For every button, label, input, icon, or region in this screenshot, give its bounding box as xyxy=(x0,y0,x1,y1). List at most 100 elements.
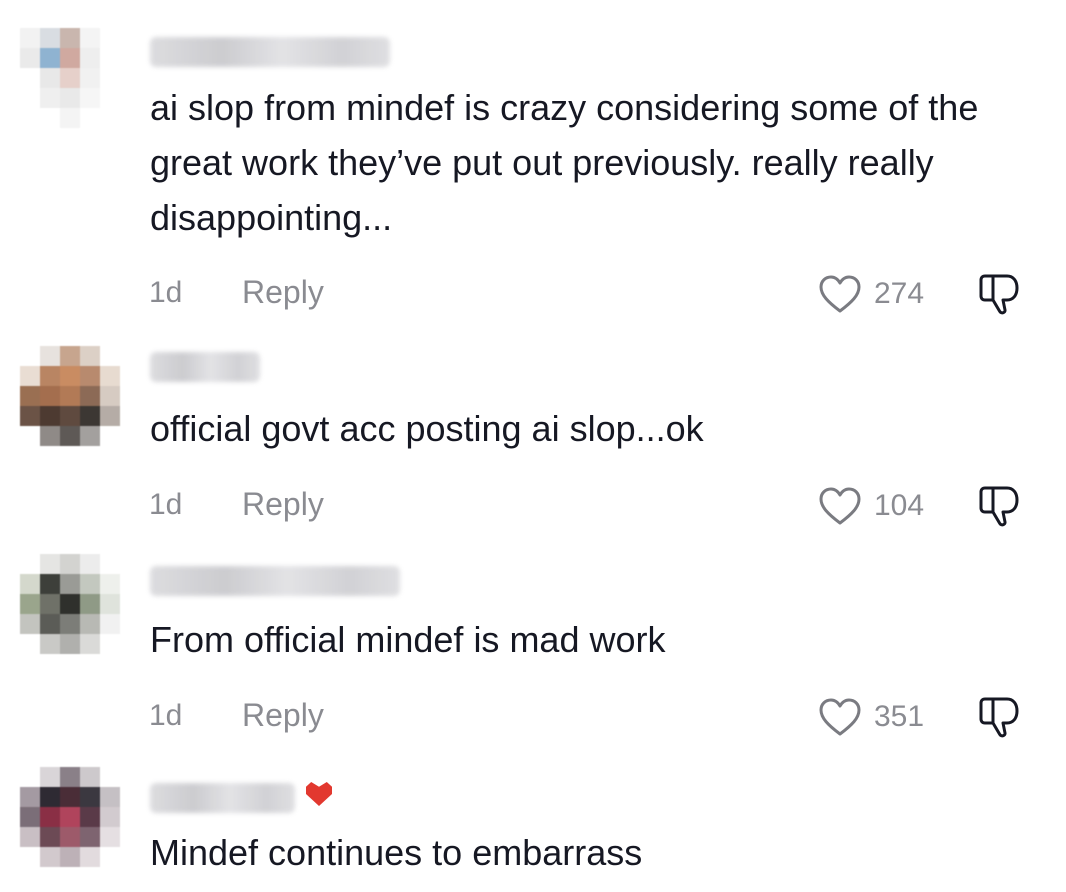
avatar-pixel xyxy=(20,634,40,654)
avatar-pixel xyxy=(80,366,100,386)
avatar-pixel xyxy=(60,847,80,867)
avatar-pixel xyxy=(20,108,40,128)
avatar-pixel xyxy=(80,847,100,867)
avatar-pixel xyxy=(40,426,60,446)
avatar[interactable] xyxy=(20,346,120,446)
avatar-pixel xyxy=(40,807,60,827)
avatar-pixel xyxy=(100,346,120,366)
avatar-pixel xyxy=(60,108,80,128)
like-count: 351 xyxy=(874,700,925,733)
username-redacted[interactable] xyxy=(150,37,390,67)
avatar-pixel xyxy=(60,386,80,406)
avatar-pixel xyxy=(80,68,100,88)
avatar-pixel xyxy=(40,767,60,787)
like-count: 274 xyxy=(874,277,925,310)
avatar-pixel xyxy=(40,68,60,88)
avatar-pixel xyxy=(100,28,120,48)
avatar-pixel xyxy=(100,426,120,446)
avatar-pixel xyxy=(100,807,120,827)
heart-icon[interactable] xyxy=(818,486,862,526)
avatar-pixel xyxy=(40,574,60,594)
avatar-pixel xyxy=(80,827,100,847)
avatar-pixel xyxy=(60,634,80,654)
avatar-pixel xyxy=(20,614,40,634)
avatar-pixel xyxy=(20,554,40,574)
heart-flag-icon xyxy=(306,782,332,806)
avatar-pixel xyxy=(40,28,60,48)
avatar-pixel xyxy=(20,88,40,108)
heart-icon[interactable] xyxy=(818,697,862,737)
avatar-pixel xyxy=(20,594,40,614)
like-count: 104 xyxy=(874,489,925,522)
avatar-pixel xyxy=(80,767,100,787)
avatar[interactable] xyxy=(20,28,120,128)
reply-button[interactable]: Reply xyxy=(242,486,324,523)
avatar-pixel xyxy=(80,594,100,614)
avatar-pixel xyxy=(60,366,80,386)
avatar-pixel xyxy=(100,614,120,634)
avatar-pixel xyxy=(80,807,100,827)
avatar-pixel xyxy=(60,554,80,574)
thumbs-down-icon[interactable] xyxy=(976,271,1024,315)
thumbs-down-icon[interactable] xyxy=(976,483,1024,527)
avatar-pixel xyxy=(100,406,120,426)
avatar-pixel xyxy=(80,614,100,634)
avatar[interactable] xyxy=(20,767,120,867)
avatar-pixel xyxy=(100,68,120,88)
avatar-pixel xyxy=(40,406,60,426)
avatar-pixel xyxy=(60,787,80,807)
avatar-pixel xyxy=(40,634,60,654)
avatar-pixel xyxy=(60,594,80,614)
avatar-pixel xyxy=(20,48,40,68)
username-redacted[interactable] xyxy=(150,566,400,596)
avatar-pixel xyxy=(100,554,120,574)
avatar-pixel xyxy=(80,426,100,446)
avatar-pixel xyxy=(20,346,40,366)
avatar-pixel xyxy=(20,847,40,867)
avatar-pixel xyxy=(60,28,80,48)
avatar-pixel xyxy=(80,48,100,68)
avatar-pixel xyxy=(80,346,100,366)
avatar-pixel xyxy=(60,406,80,426)
avatar-pixel xyxy=(100,787,120,807)
comment-text: ai slop from mindef is crazy considering… xyxy=(150,87,979,238)
avatar-pixel xyxy=(20,767,40,787)
avatar-pixel xyxy=(40,346,60,366)
avatar-pixel xyxy=(100,366,120,386)
heart-icon[interactable] xyxy=(818,274,862,314)
comment-text: Mindef continues to embarrass xyxy=(150,832,643,873)
avatar-pixel xyxy=(60,574,80,594)
avatar-pixel xyxy=(20,426,40,446)
avatar-pixel xyxy=(100,574,120,594)
avatar-pixel xyxy=(100,827,120,847)
comment-time: 1d xyxy=(149,699,183,732)
avatar-pixel xyxy=(40,594,60,614)
username-redacted[interactable] xyxy=(150,352,260,382)
avatar-pixel xyxy=(20,68,40,88)
avatar-pixel xyxy=(40,827,60,847)
reply-button[interactable]: Reply xyxy=(242,697,324,734)
avatar-pixel xyxy=(20,366,40,386)
avatar-pixel xyxy=(100,88,120,108)
avatar-pixel xyxy=(40,614,60,634)
avatar-pixel xyxy=(100,386,120,406)
avatar-pixel xyxy=(100,108,120,128)
avatar-pixel xyxy=(20,28,40,48)
avatar-pixel xyxy=(40,787,60,807)
avatar[interactable] xyxy=(20,554,120,654)
thumbs-down-icon[interactable] xyxy=(976,694,1024,738)
avatar-pixel xyxy=(20,827,40,847)
avatar-pixel xyxy=(100,847,120,867)
username-redacted[interactable] xyxy=(150,783,295,813)
avatar-pixel xyxy=(20,386,40,406)
avatar-pixel xyxy=(80,634,100,654)
avatar-pixel xyxy=(40,366,60,386)
avatar-pixel xyxy=(60,827,80,847)
comment-text: official govt acc posting ai slop...ok xyxy=(150,408,704,449)
avatar-pixel xyxy=(60,88,80,108)
reply-button[interactable]: Reply xyxy=(242,274,324,311)
avatar-pixel xyxy=(100,634,120,654)
avatar-pixel xyxy=(40,847,60,867)
comment-time: 1d xyxy=(149,488,183,521)
avatar-pixel xyxy=(80,574,100,594)
